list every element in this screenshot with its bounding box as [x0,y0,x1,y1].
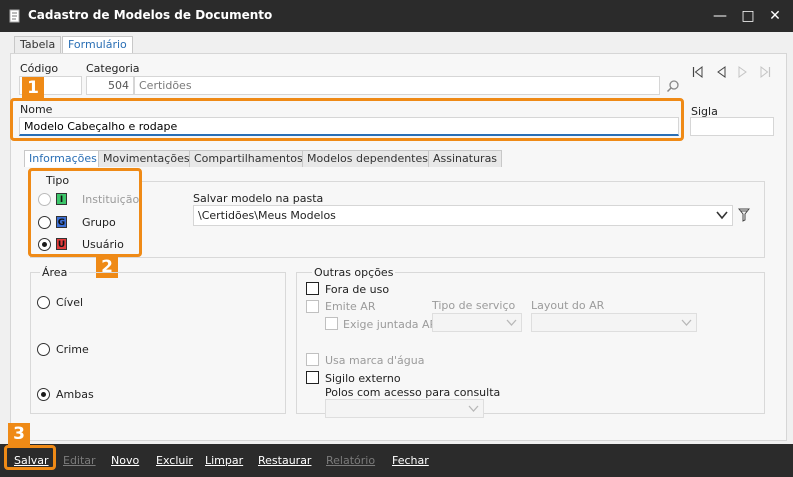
usuario-label: Usuário [82,238,124,251]
last-record-icon[interactable] [759,66,771,78]
pasta-select[interactable]: \Certidões\Meus Modelos [193,205,733,226]
tab-movimentacoes[interactable]: Movimentações [98,150,195,167]
usa-marca-dagua-label: Usa marca d'água [325,354,425,367]
app-document-icon [9,9,20,23]
crime-label: Crime [56,343,89,356]
outras-opcoes-legend: Outras opções [312,266,396,279]
usuario-icon: U [56,238,67,250]
layout-ar-label: Layout do AR [531,299,605,312]
filter-icon[interactable] [738,208,750,222]
tipo-servico-label: Tipo de serviço [432,299,516,312]
radio-ambas[interactable] [37,388,50,401]
polos-select[interactable] [325,399,484,418]
footer-toolbar: Salvar Editar Novo Excluir Limpar Restau… [0,444,793,477]
radio-civel[interactable] [37,296,50,309]
next-record-icon[interactable] [737,66,749,78]
minimize-icon[interactable]: — [709,6,731,26]
categoria-name-field[interactable]: Certidões [134,76,660,95]
tipo-legend: Tipo [44,174,72,187]
first-record-icon[interactable] [692,66,704,78]
pasta-value: \Certidões\Meus Modelos [198,209,336,222]
radio-crime[interactable] [37,343,50,356]
chevron-down-icon [681,319,692,326]
chevron-down-icon [468,405,479,412]
tab-formulario[interactable]: Formulário [62,36,133,53]
exige-juntada-ar-label: Exige juntada AR [343,318,438,331]
pasta-label: Salvar modelo na pasta [193,192,324,205]
callout-box-3 [4,445,56,470]
instituicao-icon: I [56,193,67,205]
polos-label: Polos com acesso para consulta [325,386,501,399]
window-title: Cadastro de Modelos de Documento [28,8,273,22]
area-legend: Área [40,266,70,279]
categoria-code-field[interactable]: 504 [86,76,134,95]
grupo-label: Grupo [82,216,116,229]
maximize-icon[interactable]: □ [737,6,759,26]
title-bar: Cadastro de Modelos de Documento — □ ✕ [0,0,793,32]
grupo-icon: G [56,216,67,228]
categoria-label: Categoria [86,62,140,75]
layout-ar-select[interactable] [531,313,697,332]
codigo-label: Código [20,62,59,75]
nome-input[interactable]: Modelo Cabeçalho e rodape [19,117,679,136]
instituicao-label: Instituição [82,193,140,206]
checkbox-emite-ar[interactable] [306,300,319,313]
nome-label: Nome [20,103,53,116]
fora-de-uso-label: Fora de uso [325,283,390,296]
limpar-button[interactable]: Limpar [199,451,249,471]
radio-instituicao[interactable] [38,193,51,206]
callout-badge-3: 3 [8,423,30,445]
tipo-servico-select[interactable] [432,313,522,332]
checkbox-sigilo-externo[interactable] [306,371,319,384]
excluir-button[interactable]: Excluir [150,451,199,471]
novo-button[interactable]: Novo [105,451,145,471]
tab-compartilhamentos[interactable]: Compartilhamentos [189,150,308,167]
tab-tabela[interactable]: Tabela [14,36,62,53]
sigla-input[interactable] [690,117,774,136]
checkbox-exige-juntada-ar[interactable] [325,317,338,330]
civel-label: Cível [56,296,84,309]
search-icon[interactable] [666,79,680,93]
tab-assinaturas[interactable]: Assinaturas [428,150,503,167]
radio-usuario[interactable] [38,238,51,251]
editar-button[interactable]: Editar [57,451,102,471]
checkbox-fora-de-uso[interactable] [306,282,319,295]
chevron-down-icon [716,211,728,220]
tab-informacoes[interactable]: Informações [24,150,102,167]
ambas-label: Ambas [56,388,94,401]
sigilo-externo-label: Sigilo externo [325,372,401,385]
checkbox-usa-marca-dagua[interactable] [306,353,319,366]
radio-grupo[interactable] [38,216,51,229]
emite-ar-label: Emite AR [325,300,376,313]
chevron-down-icon [506,319,517,326]
restaurar-button[interactable]: Restaurar [252,451,317,471]
close-icon[interactable]: ✕ [764,6,786,26]
relatorio-button[interactable]: Relatório [320,451,381,471]
callout-badge-1: 1 [22,77,44,99]
previous-record-icon[interactable] [715,66,727,78]
tab-modelos-dependentes[interactable]: Modelos dependentes [302,150,433,167]
fechar-button[interactable]: Fechar [386,451,435,471]
